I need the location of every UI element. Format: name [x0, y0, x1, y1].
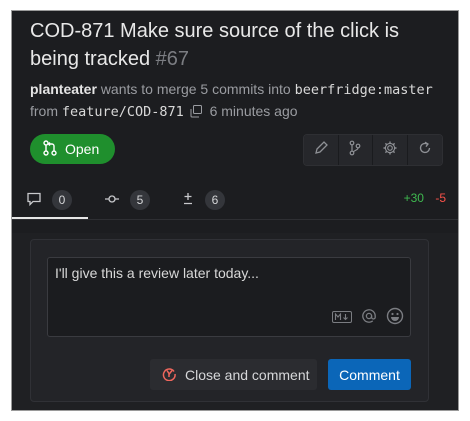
source-branch[interactable]: feature/COD-871 [62, 104, 184, 120]
pr-title: COD-871 Make sure source of the click is… [30, 17, 450, 73]
pull-request-icon [43, 139, 57, 159]
pr-tabs: 0 5 6 +30 -5 [12, 181, 458, 229]
comment-icon [26, 191, 42, 210]
pr-header: COD-871 Make sure source of the click is… [12, 11, 458, 233]
conversation-count: 0 [52, 190, 72, 210]
close-and-comment-button[interactable]: Close and comment [150, 359, 317, 390]
gear-icon [382, 140, 398, 161]
additions-count: +30 [403, 191, 424, 205]
copy-icon[interactable] [190, 103, 203, 124]
pr-meta: planteater wants to merge 5 commits into… [30, 79, 450, 124]
files-count: 6 [205, 190, 225, 210]
textarea-tools [332, 307, 404, 330]
commit-icon [104, 191, 120, 210]
tab-conversation[interactable]: 0 [26, 181, 72, 219]
comment-textarea[interactable]: I'll give this a review later today... [47, 257, 411, 337]
pr-title-text: COD-871 Make sure source of the click is… [30, 20, 400, 70]
comment-text: I'll give this a review later today... [55, 265, 259, 281]
edit-button[interactable] [304, 135, 339, 165]
pull-request-panel: COD-871 Make sure source of the click is… [11, 10, 459, 411]
target-branch[interactable]: beerfridge:master [295, 82, 433, 98]
close-pr-icon [161, 365, 177, 384]
tabs-divider [12, 219, 458, 220]
branch-icon [347, 140, 363, 161]
diff-stat: +30 -5 [404, 191, 446, 205]
comment-button-label: Comment [339, 366, 400, 383]
tab-commits[interactable]: 5 [104, 181, 150, 219]
time-ago: 6 minutes ago [209, 103, 298, 119]
author-link[interactable]: planteater [30, 81, 97, 97]
merge-text: wants to merge 5 commits into [100, 81, 291, 97]
mention-icon[interactable] [361, 308, 377, 329]
from-label: from [30, 103, 58, 119]
status-badge: Open [30, 134, 115, 164]
tab-files[interactable]: 6 [181, 181, 225, 219]
settings-button[interactable] [373, 135, 408, 165]
pencil-icon [313, 140, 329, 161]
deletions-count: -5 [435, 191, 446, 205]
plus-minus-icon [181, 191, 195, 210]
close-and-comment-label: Close and comment [185, 366, 310, 383]
refresh-button[interactable] [407, 135, 442, 165]
branch-button[interactable] [338, 135, 373, 165]
comment-button[interactable]: Comment [328, 359, 411, 390]
pr-number[interactable]: #67 [156, 48, 189, 70]
commits-count: 5 [130, 190, 150, 210]
comment-composer: I'll give this a review later today... C… [30, 239, 429, 402]
status-label: Open [65, 141, 100, 157]
refresh-icon [417, 140, 433, 161]
emoji-icon[interactable] [386, 307, 404, 330]
pr-actions [303, 134, 443, 166]
markdown-icon [332, 310, 352, 328]
